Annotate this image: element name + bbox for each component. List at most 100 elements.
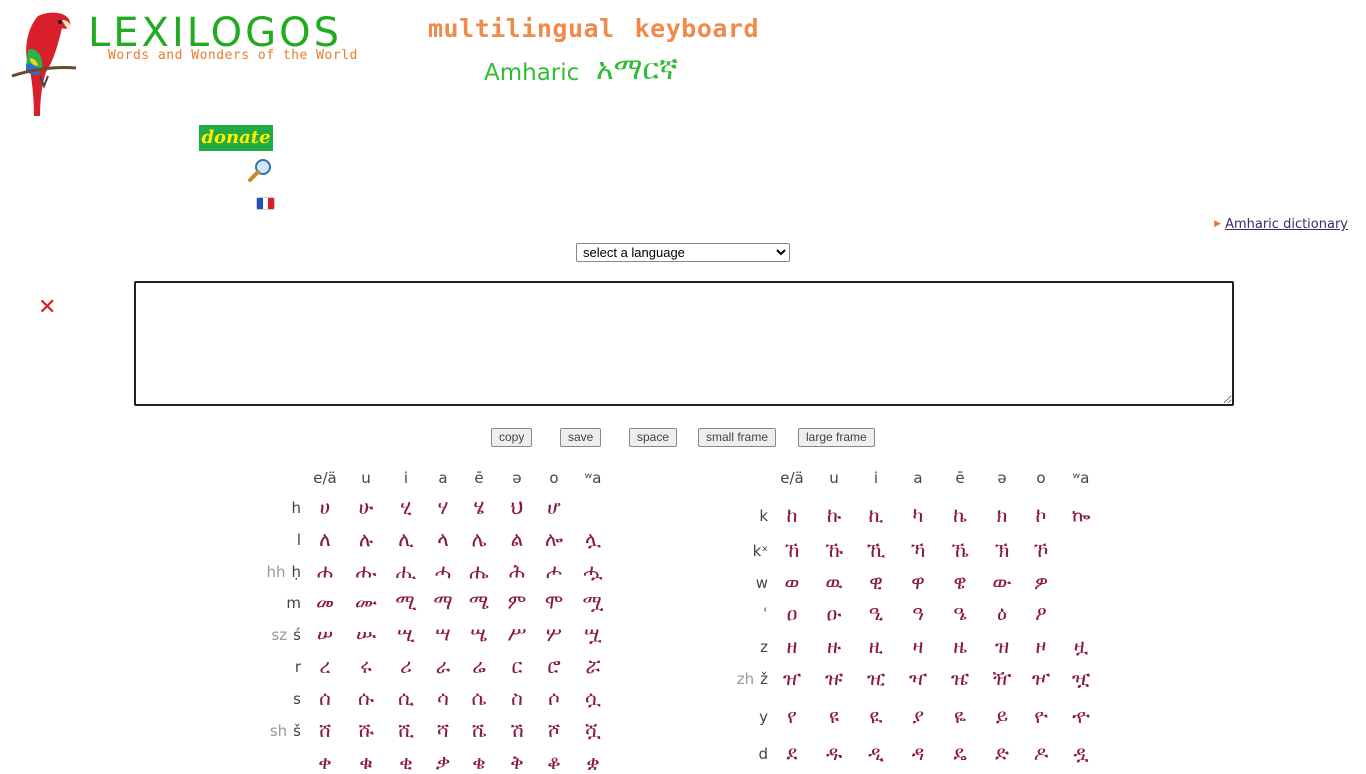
character-key[interactable]: ኹ — [815, 538, 853, 562]
character-key[interactable]: ዠ — [773, 666, 811, 690]
character-key[interactable]: ረ — [306, 654, 344, 678]
character-key[interactable]: ዘ — [773, 634, 811, 658]
character-key[interactable]: ዒ — [857, 601, 895, 625]
character-key[interactable]: ሓ — [424, 559, 462, 583]
character-key[interactable]: ም — [498, 590, 536, 614]
large-frame-button[interactable]: large frame — [798, 428, 875, 447]
character-key[interactable]: ሺ — [387, 718, 425, 742]
character-key[interactable]: ሥ — [498, 622, 536, 646]
character-key[interactable]: ዊ — [857, 570, 895, 594]
character-key[interactable]: ቀ — [306, 750, 344, 774]
character-key[interactable]: ዔ — [941, 601, 979, 625]
character-key[interactable]: ሖ — [535, 559, 573, 583]
character-key[interactable]: ሮ — [535, 654, 573, 678]
character-key[interactable]: ህ — [498, 495, 536, 519]
character-key[interactable]: ሣ — [424, 622, 462, 646]
character-key[interactable]: ሯ — [574, 654, 612, 678]
language-select[interactable]: select a language — [576, 243, 790, 262]
character-key[interactable]: ቄ — [460, 750, 498, 774]
character-key[interactable]: ኰ — [1062, 503, 1100, 527]
character-key[interactable]: ቂ — [387, 750, 425, 774]
character-key[interactable]: ዤ — [941, 666, 979, 690]
character-key[interactable]: ዝ — [983, 634, 1021, 658]
character-key[interactable]: ዉ — [815, 570, 853, 594]
character-key[interactable]: ኸ — [773, 538, 811, 562]
search-icon[interactable] — [247, 157, 273, 187]
character-key[interactable]: ሆ — [535, 495, 573, 519]
character-key[interactable]: ሊ — [387, 527, 425, 551]
character-key[interactable]: ዩ — [815, 704, 853, 728]
character-key[interactable]: ለ — [306, 527, 344, 551]
french-flag-icon[interactable] — [256, 197, 275, 210]
character-key[interactable]: ኬ — [941, 503, 979, 527]
character-key[interactable]: ማ — [424, 590, 462, 614]
character-key[interactable]: ሏ — [574, 527, 612, 551]
space-button[interactable]: space — [629, 428, 678, 447]
character-key[interactable]: ወ — [773, 570, 811, 594]
character-key[interactable]: ራ — [424, 654, 462, 678]
character-key[interactable]: ድ — [983, 741, 1021, 765]
character-key[interactable]: ኻ — [899, 538, 937, 562]
save-button[interactable]: save — [560, 428, 602, 447]
character-key[interactable]: ሡ — [347, 622, 385, 646]
character-key[interactable]: ሴ — [460, 686, 498, 710]
character-key[interactable]: ዳ — [899, 741, 937, 765]
character-key[interactable]: ዛ — [899, 634, 937, 658]
character-key[interactable]: ኽ — [983, 538, 1021, 562]
character-key[interactable]: ዐ — [773, 601, 811, 625]
character-key[interactable]: ሌ — [460, 527, 498, 551]
character-key[interactable]: ዯ — [1062, 704, 1100, 728]
character-key[interactable]: ሉ — [347, 527, 385, 551]
character-key[interactable]: ሟ — [574, 590, 612, 614]
character-key[interactable]: ቃ — [424, 750, 462, 774]
character-key[interactable]: ያ — [899, 704, 937, 728]
character-key[interactable]: ሤ — [460, 622, 498, 646]
small-frame-button[interactable]: small frame — [698, 428, 777, 447]
character-key[interactable]: ዑ — [815, 601, 853, 625]
character-key[interactable]: ሰ — [306, 686, 344, 710]
character-key[interactable]: ቅ — [498, 750, 536, 774]
character-key[interactable]: ሒ — [387, 559, 425, 583]
character-key[interactable]: ሽ — [498, 718, 536, 742]
character-key[interactable]: ዎ — [1022, 570, 1060, 594]
character-key[interactable]: ሻ — [424, 718, 462, 742]
character-key[interactable]: ዥ — [983, 666, 1021, 690]
character-key[interactable]: ሼ — [460, 718, 498, 742]
character-key[interactable]: ከ — [773, 503, 811, 527]
character-key[interactable]: ሷ — [574, 686, 612, 710]
character-key[interactable]: ኪ — [857, 503, 895, 527]
character-key[interactable]: ክ — [983, 503, 1021, 527]
character-key[interactable]: ሱ — [347, 686, 385, 710]
character-key[interactable]: ዙ — [815, 634, 853, 658]
character-key[interactable]: ዣ — [899, 666, 937, 690]
character-key[interactable]: ኮ — [1022, 503, 1060, 527]
character-key[interactable]: ሚ — [387, 590, 425, 614]
character-key[interactable]: ሲ — [387, 686, 425, 710]
character-key[interactable]: ኼ — [941, 538, 979, 562]
character-key[interactable]: ል — [498, 527, 536, 551]
character-key[interactable]: ዪ — [857, 704, 895, 728]
character-key[interactable]: ሸ — [306, 718, 344, 742]
amharic-dictionary-link[interactable]: Amharic dictionary — [1225, 217, 1348, 232]
character-key[interactable]: ቋ — [574, 750, 612, 774]
parrot-logo-icon[interactable] — [10, 10, 78, 124]
character-key[interactable]: ዦ — [1022, 666, 1060, 690]
character-key[interactable]: ሾ — [535, 718, 573, 742]
character-key[interactable]: ሧ — [574, 622, 612, 646]
character-key[interactable]: ሪ — [387, 654, 425, 678]
character-key[interactable]: ሔ — [460, 559, 498, 583]
character-key[interactable]: ሀ — [306, 495, 344, 519]
character-key[interactable]: ሂ — [387, 495, 425, 519]
character-key[interactable]: ኾ — [1022, 538, 1060, 562]
character-key[interactable]: ዚ — [857, 634, 895, 658]
character-key[interactable]: ዜ — [941, 634, 979, 658]
clear-text-icon[interactable]: ✕ — [38, 297, 56, 319]
character-key[interactable]: ቁ — [347, 750, 385, 774]
character-key[interactable]: ሠ — [306, 622, 344, 646]
character-key[interactable]: ዖ — [1022, 601, 1060, 625]
character-key[interactable]: ስ — [498, 686, 536, 710]
character-key[interactable]: ላ — [424, 527, 462, 551]
character-key[interactable]: ሎ — [535, 527, 573, 551]
character-key[interactable]: ዞ — [1022, 634, 1060, 658]
character-key[interactable]: ሕ — [498, 559, 536, 583]
